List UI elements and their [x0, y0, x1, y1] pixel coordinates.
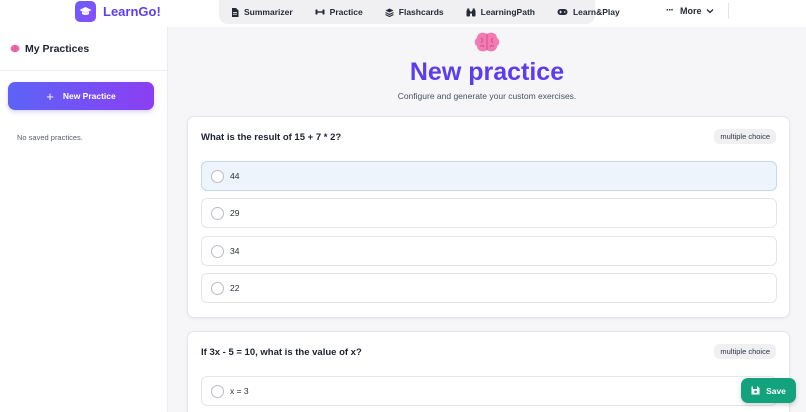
- answer-label: 22: [230, 283, 240, 293]
- answer-option[interactable]: 29: [201, 198, 777, 228]
- question-card: If 3x - 5 = 10, what is the value of x? …: [187, 331, 790, 412]
- answer-option[interactable]: 34: [201, 236, 777, 266]
- nav-item-practice[interactable]: Practice: [315, 7, 363, 17]
- question-type-badge: multiple choice: [714, 129, 776, 144]
- more-label: More: [680, 5, 702, 16]
- main-nav: Summarizer Practice Flashcards LearningP…: [219, 0, 620, 24]
- answer-option[interactable]: 22: [201, 273, 777, 303]
- answer-option-selected[interactable]: 44: [201, 161, 777, 191]
- top-bar: LearnGo! Summarizer Practice Flashcards …: [0, 0, 806, 27]
- sidebar: My Practices + New Practice No saved pra…: [0, 27, 168, 412]
- question-text: If 3x - 5 = 10, what is the value of x?: [201, 347, 362, 358]
- radio-button[interactable]: [211, 169, 224, 183]
- gamepad-icon: [557, 9, 568, 15]
- radio-button[interactable]: [211, 206, 224, 220]
- nav-item-label: Summarizer: [244, 7, 293, 17]
- page-subtitle: Configure and generate your custom exerc…: [397, 91, 577, 101]
- brain-icon: [10, 44, 20, 53]
- binoculars-icon: [466, 8, 476, 16]
- answer-label: 44: [230, 171, 240, 181]
- radio-button[interactable]: [211, 244, 224, 258]
- page-title: New practice: [409, 58, 565, 86]
- answer-option[interactable]: x = 3: [201, 376, 777, 406]
- nav-item-learnplay[interactable]: Learn&Play: [557, 7, 620, 17]
- more-menu-button[interactable]: ··· More: [666, 5, 714, 16]
- floppy-disk-icon: [751, 386, 760, 395]
- nav-item-flashcards[interactable]: Flashcards: [385, 7, 444, 17]
- document-icon: [232, 7, 239, 17]
- radio-button[interactable]: [211, 384, 224, 398]
- save-button[interactable]: Save: [741, 378, 796, 403]
- empty-practices-text: No saved practices.: [17, 133, 83, 142]
- question-text: What is the result of 15 + 7 * 2?: [201, 132, 342, 143]
- new-practice-button[interactable]: + New Practice: [8, 82, 154, 110]
- chevron-down-icon: [706, 8, 713, 13]
- stack-icon: [385, 8, 394, 17]
- nav-item-label: Flashcards: [398, 7, 444, 17]
- answer-label: 29: [230, 208, 240, 218]
- nav-item-label: Practice: [329, 7, 363, 17]
- header-divider: [728, 3, 729, 19]
- answer-label: 34: [230, 246, 240, 256]
- nav-item-learningpath[interactable]: LearningPath: [466, 7, 535, 17]
- nav-item-label: LearningPath: [480, 7, 535, 17]
- question-card: What is the result of 15 + 7 * 2? multip…: [187, 116, 790, 318]
- nav-item-label: Learn&Play: [572, 7, 620, 17]
- graduation-cap-icon: [75, 0, 96, 22]
- radio-button[interactable]: [211, 281, 224, 295]
- save-label: Save: [766, 385, 786, 396]
- brain-icon: [474, 32, 500, 52]
- brand-name: LearnGo!: [103, 3, 161, 19]
- dumbbell-icon: [315, 9, 325, 15]
- ellipsis-icon: ···: [666, 5, 674, 16]
- question-type-badge: multiple choice: [714, 344, 776, 359]
- nav-item-summarizer[interactable]: Summarizer: [231, 7, 293, 17]
- sidebar-header: My Practices: [0, 27, 167, 71]
- new-practice-label: New Practice: [62, 91, 116, 101]
- sidebar-title: My Practices: [25, 42, 90, 55]
- answer-label: x = 3: [230, 386, 249, 396]
- plus-icon: +: [46, 88, 54, 104]
- brand[interactable]: LearnGo!: [75, 0, 161, 22]
